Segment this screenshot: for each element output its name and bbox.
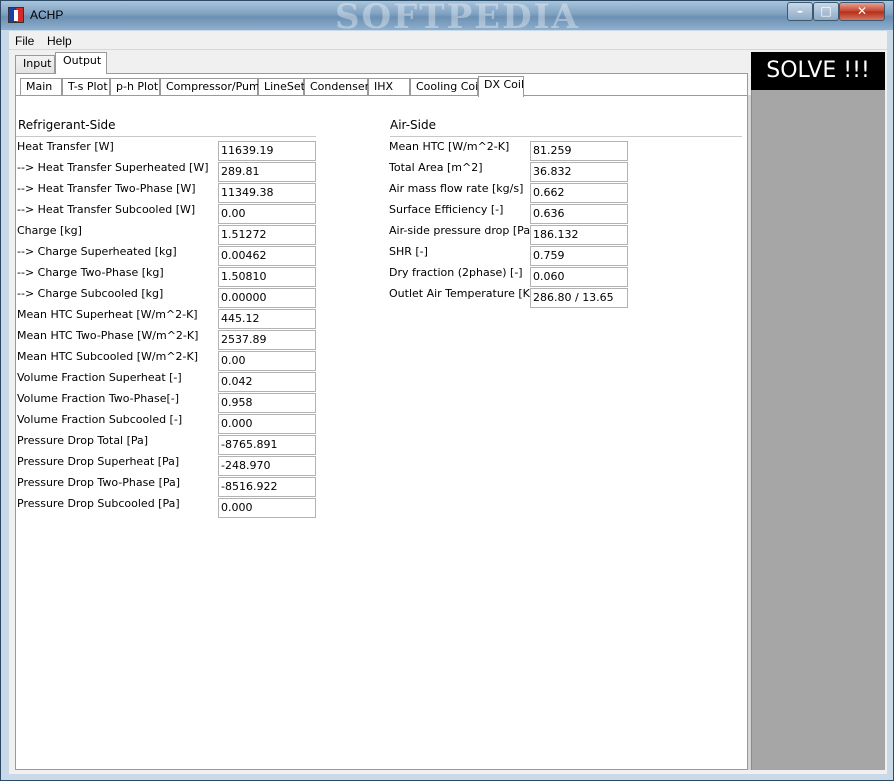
air-row: Mean HTC [W/m^2-K] 81.259 bbox=[16, 138, 746, 161]
air-row: Total Area [m^2] 36.832 bbox=[16, 159, 746, 182]
air-row: Dry fraction (2phase) [-] 0.060 bbox=[16, 264, 746, 287]
refrigerant-row: Mean HTC Two-Phase [W/m^2-K] 2537.89 bbox=[16, 327, 746, 350]
air-value-field[interactable]: 0.636 bbox=[530, 204, 628, 224]
refrigerant-row: Pressure Drop Subcooled [Pa] 0.000 bbox=[16, 495, 746, 518]
dx-coil-panel: Refrigerant-Side Air-Side Heat Transfer … bbox=[16, 95, 747, 769]
refrigerant-row: Volume Fraction Superheat [-] 0.042 bbox=[16, 369, 746, 392]
app-icon bbox=[8, 7, 24, 23]
air-value-field[interactable]: 286.80 / 13.65 bbox=[530, 288, 628, 308]
refrigerant-value-field[interactable]: 0.042 bbox=[218, 372, 316, 392]
refrigerant-value-field[interactable]: -248.970 bbox=[218, 456, 316, 476]
refrigerant-row: Mean HTC Subcooled [W/m^2-K] 0.00 bbox=[16, 348, 746, 371]
tab-output[interactable]: Output bbox=[55, 52, 107, 74]
refrigerant-label: Volume Fraction Superheat [-] bbox=[17, 371, 182, 384]
refrigerant-value-field[interactable]: 445.12 bbox=[218, 309, 316, 329]
refrigerant-row: Volume Fraction Subcooled [-] 0.000 bbox=[16, 411, 746, 434]
tab-ts-plot[interactable]: T-s Plot bbox=[62, 78, 110, 96]
air-side-heading: Air-Side bbox=[390, 118, 436, 132]
refrigerant-label: Pressure Drop Superheat [Pa] bbox=[17, 455, 180, 468]
air-label: Air mass flow rate [kg/s] bbox=[389, 182, 524, 195]
menu-bar: File Help bbox=[9, 31, 887, 50]
tab-main[interactable]: Main bbox=[20, 78, 62, 96]
client-area: Input Output Main T-s Plot p-h Plot Comp… bbox=[9, 50, 887, 774]
refrigerant-label: Volume Fraction Two-Phase[-] bbox=[17, 392, 180, 405]
air-value-field[interactable]: 0.759 bbox=[530, 246, 628, 266]
menu-help[interactable]: Help bbox=[47, 34, 72, 48]
refrigerant-row: Pressure Drop Total [Pa] -8765.891 bbox=[16, 432, 746, 455]
air-value-field[interactable]: 0.662 bbox=[530, 183, 628, 203]
air-row: Surface Efficiency [-] 0.636 bbox=[16, 201, 746, 224]
title-bar[interactable]: ACHP SOFTPEDIA – □ ✕ bbox=[1, 0, 893, 37]
refrigerant-value-field[interactable]: -8516.922 bbox=[218, 477, 316, 497]
tab-ihx[interactable]: IHX bbox=[368, 78, 410, 96]
refrigerant-label: Pressure Drop Total [Pa] bbox=[17, 434, 149, 447]
air-label: Mean HTC [W/m^2-K] bbox=[389, 140, 510, 153]
app-window: ACHP SOFTPEDIA – □ ✕ File Help Input Out… bbox=[0, 0, 894, 781]
refrigerant-label: Mean HTC Superheat [W/m^2-K] bbox=[17, 308, 198, 321]
air-label: Air-side pressure drop [Pa] bbox=[389, 224, 535, 237]
air-value-field[interactable]: 0.060 bbox=[530, 267, 628, 287]
refrigerant-row: Pressure Drop Superheat [Pa] -248.970 bbox=[16, 453, 746, 476]
refrigerant-value-field[interactable]: 0.958 bbox=[218, 393, 316, 413]
refrigerant-divider bbox=[16, 136, 316, 137]
air-row: Outlet Air Temperature [K/C] 286.80 / 13.… bbox=[16, 285, 746, 308]
refrigerant-label: Mean HTC Two-Phase [W/m^2-K] bbox=[17, 329, 199, 342]
tab-cooling-coil[interactable]: Cooling Coil bbox=[410, 78, 481, 96]
refrigerant-row: Volume Fraction Two-Phase[-] 0.958 bbox=[16, 390, 746, 413]
air-value-field[interactable]: 81.259 bbox=[530, 141, 628, 161]
tab-ph-plot[interactable]: p-h Plot bbox=[110, 78, 160, 96]
tab-condenser[interactable]: Condenser bbox=[304, 78, 369, 96]
tab-compressor-pump[interactable]: Compressor/Pump bbox=[160, 78, 267, 96]
refrigerant-value-field[interactable]: 0.000 bbox=[218, 498, 316, 518]
side-pane bbox=[751, 52, 885, 770]
tab-dx-coil[interactable]: DX Coil bbox=[478, 76, 524, 97]
refrigerant-row: Pressure Drop Two-Phase [Pa] -8516.922 bbox=[16, 474, 746, 497]
refrigerant-label: Volume Fraction Subcooled [-] bbox=[17, 413, 183, 426]
air-label: SHR [-] bbox=[389, 245, 428, 258]
window-title: ACHP bbox=[30, 8, 64, 22]
air-row: Air mass flow rate [kg/s] 0.662 bbox=[16, 180, 746, 203]
air-label: Surface Efficiency [-] bbox=[389, 203, 504, 216]
air-label: Dry fraction (2phase) [-] bbox=[389, 266, 523, 279]
air-label: Total Area [m^2] bbox=[389, 161, 483, 174]
tab-lineset[interactable]: LineSet bbox=[258, 78, 305, 96]
refrigerant-value-field[interactable]: -8765.891 bbox=[218, 435, 316, 455]
refrigerant-value-field[interactable]: 2537.89 bbox=[218, 330, 316, 350]
air-value-field[interactable]: 186.132 bbox=[530, 225, 628, 245]
air-label: Outlet Air Temperature [K/C] bbox=[389, 287, 546, 300]
minimize-button[interactable]: – bbox=[787, 2, 813, 21]
refrigerant-label: Pressure Drop Subcooled [Pa] bbox=[17, 497, 180, 510]
refrigerant-row: Mean HTC Superheat [W/m^2-K] 445.12 bbox=[16, 306, 746, 329]
refrigerant-label: Mean HTC Subcooled [W/m^2-K] bbox=[17, 350, 199, 363]
air-row: SHR [-] 0.759 bbox=[16, 243, 746, 266]
refrigerant-value-field[interactable]: 0.000 bbox=[218, 414, 316, 434]
solve-button[interactable]: SOLVE !!! bbox=[751, 52, 885, 90]
air-row: Air-side pressure drop [Pa] 186.132 bbox=[16, 222, 746, 245]
air-divider bbox=[390, 136, 742, 137]
refrigerant-value-field[interactable]: 0.00 bbox=[218, 351, 316, 371]
output-panel: Main T-s Plot p-h Plot Compressor/Pump L… bbox=[15, 73, 748, 770]
close-button[interactable]: ✕ bbox=[839, 2, 885, 21]
menu-file[interactable]: File bbox=[15, 34, 34, 48]
refrigerant-label: Pressure Drop Two-Phase [Pa] bbox=[17, 476, 181, 489]
maximize-button[interactable]: □ bbox=[813, 2, 839, 21]
air-value-field[interactable]: 36.832 bbox=[530, 162, 628, 182]
tab-input[interactable]: Input bbox=[15, 55, 55, 73]
refrigerant-side-heading: Refrigerant-Side bbox=[18, 118, 116, 132]
